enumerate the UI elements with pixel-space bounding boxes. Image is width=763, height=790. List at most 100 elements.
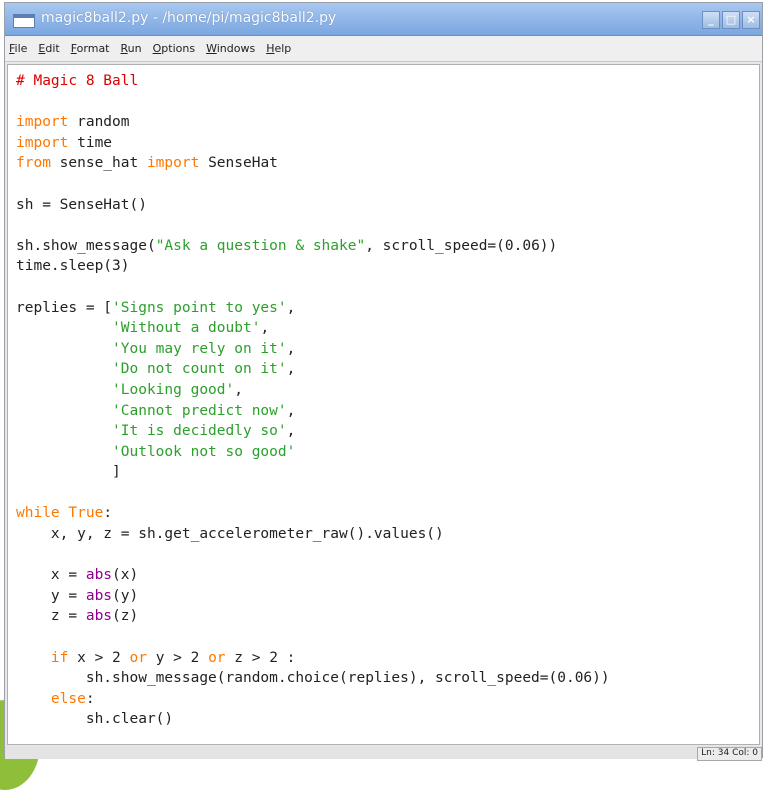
- keyword-token: while: [16, 505, 60, 522]
- code-token: ,: [260, 320, 270, 337]
- code-line[interactable]: sh = SenseHat(): [16, 195, 610, 216]
- keyword-token: if: [50, 649, 69, 666]
- code-line[interactable]: from sense_hat import SenseHat: [16, 153, 610, 174]
- close-icon[interactable]: ×: [742, 11, 760, 29]
- cursor-position: Ln: 34 Col: 0: [697, 747, 762, 761]
- code-token: x =: [16, 567, 86, 584]
- string-token: 'Looking good': [112, 381, 235, 398]
- code-token: time.sleep(3): [16, 258, 130, 275]
- code-editor[interactable]: # Magic 8 Ball import random import time fr…: [7, 64, 760, 745]
- code-token: ,: [286, 361, 296, 378]
- menu-edit[interactable]: Edit: [38, 42, 59, 55]
- code-line[interactable]: else:: [16, 689, 610, 710]
- string-token: 'Without a doubt': [112, 320, 261, 337]
- code-token: (y): [112, 587, 139, 604]
- code-line[interactable]: import random: [16, 112, 610, 133]
- code-line[interactable]: [16, 92, 610, 113]
- code-line[interactable]: x = abs(x): [16, 565, 610, 586]
- comment-token: # Magic 8 Ball: [16, 73, 139, 89]
- menu-run[interactable]: Run: [121, 42, 142, 55]
- window-controls: _ □ ×: [702, 11, 760, 29]
- menu-file[interactable]: File: [9, 42, 27, 55]
- keyword-token: import: [16, 114, 69, 131]
- code-line[interactable]: sh.show_message(random.choice(replies), …: [16, 668, 610, 689]
- code-line[interactable]: y = abs(y): [16, 586, 610, 607]
- code-token: replies = [: [16, 299, 113, 316]
- code-line[interactable]: [16, 545, 610, 566]
- keyword-token: import: [16, 134, 69, 151]
- code-line[interactable]: [16, 215, 610, 236]
- code-token: sh.clear(): [16, 711, 174, 728]
- string-token: "Ask a question & shake": [155, 237, 366, 254]
- code-line[interactable]: [16, 174, 610, 195]
- code-token: y =: [16, 587, 86, 604]
- code-token: x > 2: [68, 649, 130, 666]
- builtin-token: abs: [85, 587, 113, 604]
- code-token: ,: [286, 423, 296, 440]
- code-line[interactable]: 'Looking good',: [16, 380, 610, 401]
- string-token: 'Signs point to yes': [112, 299, 287, 316]
- code-line[interactable]: ]: [16, 462, 610, 483]
- status-bar: Ln: 34 Col: 0: [5, 746, 762, 761]
- maximize-icon[interactable]: □: [722, 11, 740, 29]
- code-token: (x): [112, 567, 139, 584]
- menu-help[interactable]: Help: [266, 42, 291, 55]
- code-text[interactable]: # Magic 8 Ball import random import time fr…: [16, 71, 610, 730]
- builtin-token: abs: [85, 567, 113, 584]
- idle-editor-window: magic8ball2.py - /home/pi/magic8ball2.py…: [4, 2, 763, 761]
- code-token: z > 2 :: [225, 649, 296, 666]
- code-token: sh.show_message(: [16, 237, 156, 254]
- code-token: (z): [112, 608, 139, 625]
- code-line[interactable]: z = abs(z): [16, 606, 610, 627]
- code-token: sh = SenseHat(): [16, 196, 147, 213]
- code-line[interactable]: time.sleep(3): [16, 256, 610, 277]
- keyword-token: or: [208, 649, 226, 666]
- code-token: sense_hat: [50, 155, 147, 172]
- code-line[interactable]: x, y, z = sh.get_accelerometer_raw().val…: [16, 524, 610, 545]
- code-token: ]: [16, 464, 121, 481]
- code-token: :: [85, 690, 95, 707]
- code-token: sh.show_message(random.choice(replies), …: [16, 670, 610, 687]
- code-line[interactable]: 'Outlook not so good': [16, 442, 610, 463]
- minimize-icon[interactable]: _: [702, 11, 720, 29]
- string-token: 'You may rely on it': [112, 340, 287, 357]
- code-line[interactable]: 'You may rely on it',: [16, 339, 610, 360]
- keyword-token: else: [50, 690, 86, 707]
- title-bar[interactable]: magic8ball2.py - /home/pi/magic8ball2.py…: [5, 3, 762, 36]
- string-token: 'Do not count on it': [112, 361, 287, 378]
- menu-options[interactable]: Options: [153, 42, 195, 55]
- string-token: 'It is decidedly so': [112, 423, 287, 440]
- menu-format[interactable]: Format: [71, 42, 110, 55]
- code-token: ,: [234, 381, 243, 398]
- code-line[interactable]: 'It is decidedly so',: [16, 421, 610, 442]
- code-line[interactable]: 'Without a doubt',: [16, 318, 610, 339]
- code-line[interactable]: if x > 2 or y > 2 or z > 2 :: [16, 648, 610, 669]
- code-line[interactable]: 'Cannot predict now',: [16, 401, 610, 422]
- keyword-token: True: [68, 505, 104, 522]
- code-token: :: [103, 505, 113, 522]
- code-line[interactable]: [16, 627, 610, 648]
- code-line[interactable]: while True:: [16, 503, 610, 524]
- string-token: 'Cannot predict now': [112, 402, 287, 419]
- code-token: ,: [286, 402, 296, 419]
- code-line[interactable]: [16, 277, 610, 298]
- code-token: ,: [286, 340, 296, 357]
- code-line[interactable]: # Magic 8 Ball: [16, 71, 610, 92]
- code-line[interactable]: [16, 483, 610, 504]
- menu-windows[interactable]: Windows: [206, 42, 255, 55]
- window-icon: [13, 14, 35, 28]
- code-token: x, y, z = sh.get_accelerometer_raw().val…: [16, 526, 444, 543]
- keyword-token: from: [16, 155, 51, 172]
- code-line[interactable]: sh.show_message("Ask a question & shake"…: [16, 236, 610, 257]
- code-token: SenseHat: [199, 155, 278, 172]
- code-token: y > 2: [146, 649, 209, 666]
- code-line[interactable]: 'Do not count on it',: [16, 359, 610, 380]
- code-line[interactable]: import time: [16, 133, 610, 154]
- code-line[interactable]: replies = ['Signs point to yes',: [16, 298, 610, 319]
- code-line[interactable]: sh.clear(): [16, 709, 610, 730]
